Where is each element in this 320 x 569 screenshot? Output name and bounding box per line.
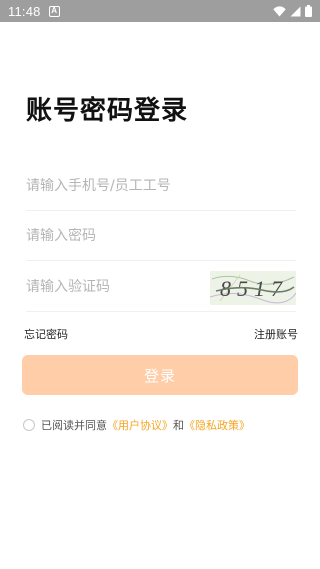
password-input[interactable]: [26, 227, 296, 244]
signal-icon: [290, 6, 301, 16]
status-time: 11:48: [8, 3, 41, 19]
register-link[interactable]: 注册账号: [254, 326, 298, 342]
agreement-row: 已阅读并同意 《用户协议》 和 《隐私政策》: [23, 417, 250, 433]
battery-icon: [305, 5, 312, 17]
status-icons: [273, 5, 312, 17]
page-title: 账号密码登录: [26, 96, 189, 126]
agreement-prefix: 已阅读并同意: [41, 419, 107, 432]
code-field-row: 8517: [26, 262, 296, 312]
login-button[interactable]: 登录: [22, 355, 298, 395]
phone-field-row: [26, 161, 296, 211]
agreement-and: 和: [173, 419, 184, 432]
phone-input[interactable]: [26, 177, 296, 194]
wifi-icon: [273, 5, 286, 16]
captcha-image[interactable]: 8517: [210, 271, 296, 305]
user-agreement-link[interactable]: 《用户协议》: [107, 417, 173, 433]
agree-radio[interactable]: [23, 419, 35, 431]
notification-icon: A: [48, 5, 60, 17]
status-bar: 11:48 A: [0, 0, 320, 22]
forgot-password-link[interactable]: 忘记密码: [24, 326, 68, 342]
verification-code-input[interactable]: [26, 278, 196, 295]
privacy-policy-link[interactable]: 《隐私政策》: [184, 417, 250, 433]
password-field-row: [26, 211, 296, 261]
auth-links: 忘记密码 注册账号: [24, 326, 298, 342]
